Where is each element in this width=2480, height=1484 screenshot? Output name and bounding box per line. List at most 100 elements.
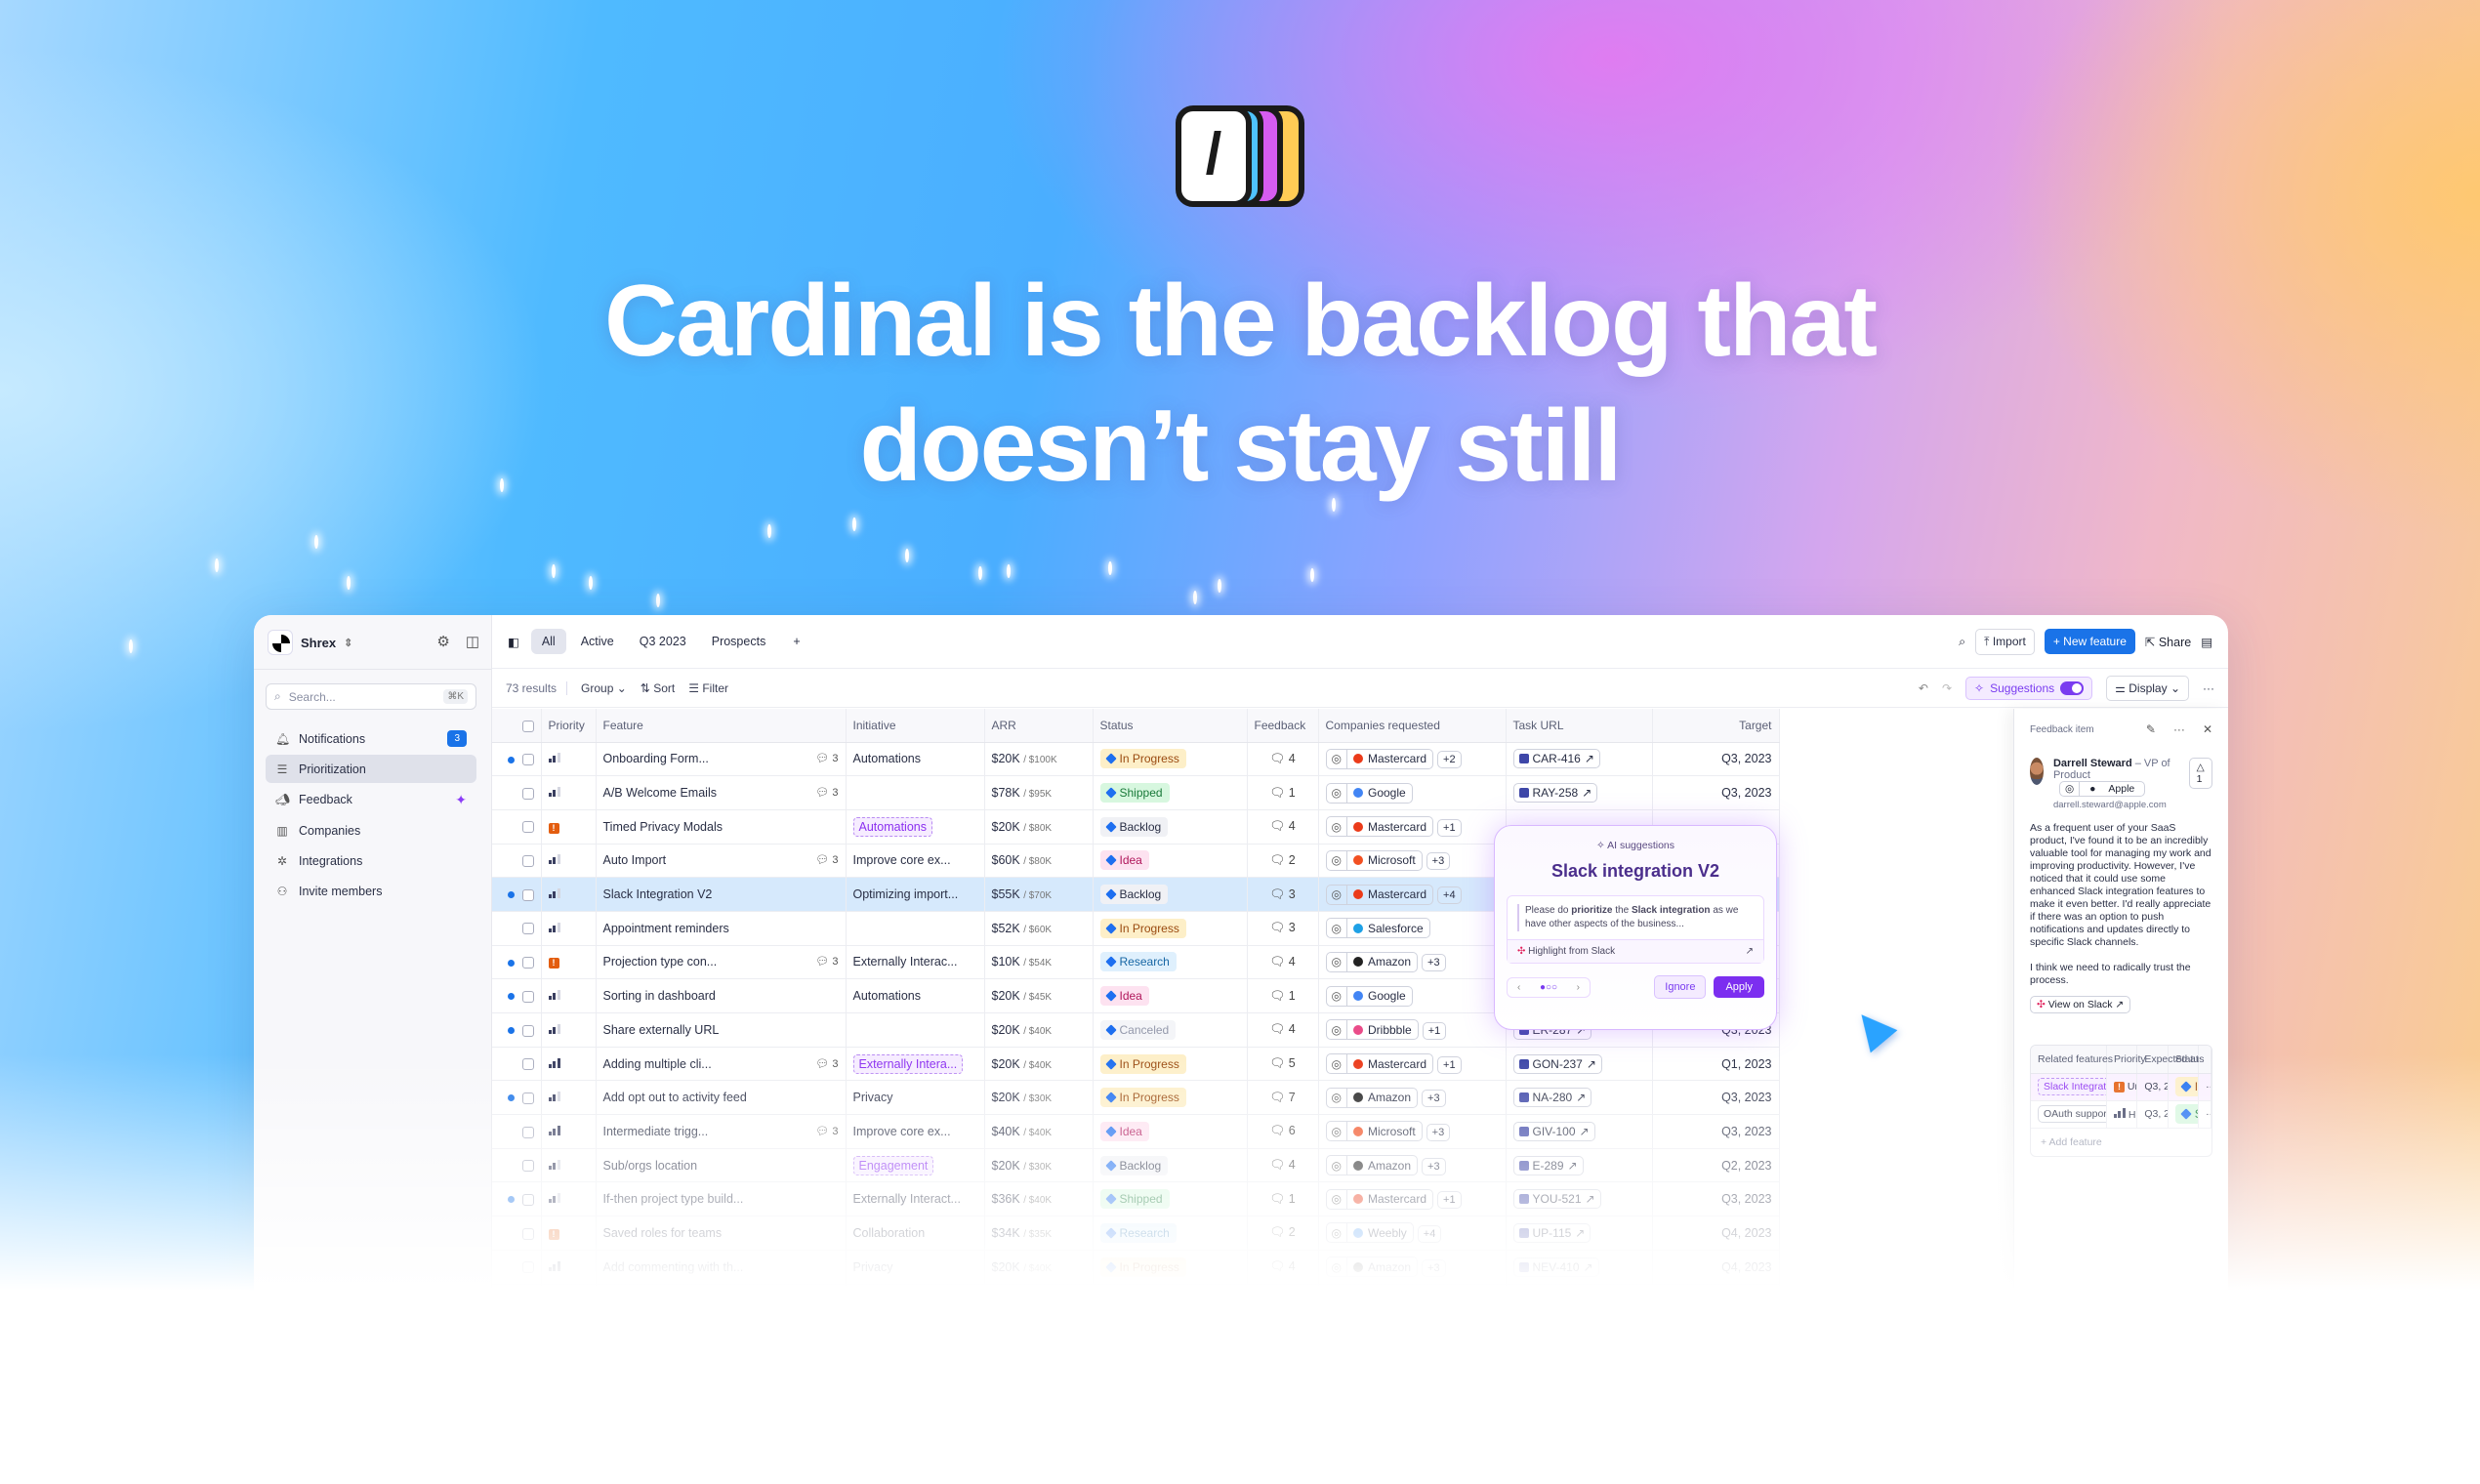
companies-cell[interactable]: ◎ Google — [1318, 978, 1507, 1013]
quote-source[interactable]: ✣ Highlight from Slack ↗ — [1508, 939, 1763, 963]
column-header[interactable]: Initiative — [846, 709, 985, 743]
status-badge[interactable]: Backlog — [1099, 885, 1169, 905]
company-chip[interactable]: ◎ Amazon — [1325, 951, 1419, 972]
priority-cell[interactable] — [541, 742, 597, 777]
more-companies-badge[interactable]: +3 — [1422, 954, 1446, 972]
status-badge[interactable]: In Progress — [1099, 1088, 1186, 1108]
priority-cell[interactable] — [541, 1012, 597, 1048]
task-url-cell[interactable]: CAR-416 ↗ — [1506, 742, 1653, 777]
column-header[interactable]: Status — [1093, 709, 1248, 743]
status-cell[interactable]: Research — [1093, 1216, 1248, 1251]
company-chip[interactable]: ◎ Weebly — [1325, 1222, 1414, 1244]
more-companies-badge[interactable]: +3 — [1422, 1090, 1446, 1108]
related-feature-cell[interactable]: Slack Integration V2 — [2031, 1073, 2107, 1101]
chevron-right-icon[interactable]: › — [1577, 982, 1580, 993]
status-cell[interactable]: Shipped — [1093, 1181, 1248, 1217]
row-checkbox[interactable] — [521, 855, 534, 868]
status-badge[interactable]: In Progress — [1099, 749, 1186, 769]
share-button[interactable]: ⇱ Share — [2145, 635, 2191, 649]
feature-cell[interactable]: Banner notification... 💬︎ 3 — [596, 1351, 847, 1386]
row-checkbox[interactable] — [521, 787, 534, 800]
company-chip[interactable]: ◎ Microsoft — [1325, 1121, 1423, 1142]
table-row[interactable]: ! Banner notification... 💬︎ 3 Engagement $6K… — [492, 1351, 1780, 1386]
initiative-cell[interactable]: Externally Intera... — [846, 1047, 985, 1082]
edit-icon[interactable]: ✎ — [2146, 722, 2156, 736]
status-badge[interactable]: Research — [1099, 952, 1177, 972]
companies-cell[interactable]: ◎ Microsoft +3 — [1318, 1284, 1507, 1319]
companies-cell[interactable]: ◎ Amazon +3 — [1318, 1080, 1507, 1116]
tab-q3-2023[interactable]: Q3 2023 — [629, 629, 697, 654]
group-button[interactable]: Group ⌄ — [581, 681, 627, 695]
sidebar-toggle-icon[interactable]: ◫ — [466, 633, 479, 650]
sidebar-item-feedback[interactable]: 📣︎ Feedback ✦ — [266, 786, 476, 814]
status-badge[interactable]: Backlog — [1099, 1155, 1169, 1175]
row-checkbox[interactable] — [521, 1296, 534, 1308]
task-url-cell[interactable]: GON-237 ↗ — [1506, 1047, 1653, 1082]
status-cell[interactable]: In Progress — [1093, 1047, 1248, 1082]
feature-cell[interactable]: Share externally URL — [596, 1012, 847, 1048]
filter-button[interactable]: ☰ Filter — [688, 681, 728, 695]
status-badge[interactable]: Research — [1099, 1222, 1177, 1243]
initiative-cell[interactable]: Externally Interact... — [846, 1181, 985, 1217]
more-companies-badge[interactable]: +1 — [1437, 1055, 1462, 1074]
status-cell[interactable]: Shipped — [1093, 1351, 1248, 1386]
initiative-cell[interactable] — [846, 775, 985, 810]
feature-cell[interactable]: Undo functionality 💬︎ 3 — [596, 1284, 847, 1319]
company-chip[interactable]: ◎ Dribbble — [1325, 1019, 1419, 1041]
priority-cell[interactable] — [541, 1181, 597, 1217]
more-icon[interactable]: ··· — [2203, 681, 2214, 695]
sidebar-item-invite-members[interactable]: ⚇ Invite members — [266, 878, 476, 906]
more-companies-badge[interactable]: +1 — [1437, 818, 1462, 837]
comments-icon[interactable]: ▤ — [2201, 635, 2212, 649]
companies-cell[interactable]: ◎ Amazon +3 — [1318, 945, 1507, 980]
status-cell[interactable]: In Progress — [1093, 742, 1248, 777]
column-header[interactable]: Priority — [541, 709, 597, 743]
task-link[interactable]: CAR-416 ↗ — [1512, 749, 1600, 769]
initiative-cell[interactable]: Collaboration — [846, 1216, 985, 1251]
status-cell[interactable]: Backlog — [1093, 1148, 1248, 1183]
initiative-cell[interactable]: Optimizing import... — [846, 877, 985, 912]
more-companies-badge[interactable]: +3 — [1426, 852, 1451, 871]
more-companies-badge[interactable]: +1 — [1437, 1191, 1462, 1210]
task-link[interactable]: UP-115 ↗ — [1512, 1222, 1591, 1243]
column-header[interactable]: Companies requested — [1318, 709, 1507, 743]
priority-cell[interactable] — [541, 1080, 597, 1116]
task-url-cell[interactable]: NA-280 ↗ — [1506, 1080, 1653, 1116]
row-checkbox[interactable] — [521, 1092, 534, 1104]
tab-active[interactable]: Active — [570, 629, 625, 654]
status-badge[interactable]: Shippe — [2174, 1104, 2198, 1124]
more-companies-badge[interactable]: +3 — [1426, 1293, 1451, 1311]
companies-cell[interactable]: ◎ Mastercard +2 — [1318, 742, 1507, 777]
initiative-cell[interactable] — [846, 1012, 985, 1048]
status-badge[interactable]: Backlog — [1099, 1291, 1169, 1311]
task-link[interactable]: E-289 ↗ — [1512, 1155, 1584, 1175]
status-badge[interactable]: Idea — [1099, 1325, 1149, 1345]
feature-cell[interactable]: If-then project type build... — [596, 1181, 847, 1217]
task-url-cell[interactable]: UP-115 ↗ — [1506, 1216, 1653, 1251]
status-cell[interactable]: Canceled — [1093, 1012, 1248, 1048]
task-url-cell[interactable]: YOU-521 ↗ — [1506, 1181, 1653, 1217]
task-link[interactable]: GON-237 ↗ — [1512, 1053, 1602, 1074]
row-checkbox[interactable] — [521, 1193, 534, 1206]
row-checkbox[interactable] — [521, 1058, 534, 1071]
task-url-cell[interactable]: RAY-258 ↗ — [1506, 775, 1653, 810]
status-badge[interactable]: Backlog — [1099, 816, 1169, 837]
status-cell[interactable]: Idea — [1093, 844, 1248, 879]
column-header[interactable]: ARR — [984, 709, 1094, 743]
feature-cell[interactable]: Appointment reminders — [596, 911, 847, 946]
related-feature-cell[interactable]: OAuth support — [2031, 1100, 2107, 1129]
feature-cell[interactable]: Projection type con... 💬︎ 3 — [596, 945, 847, 980]
upvote-button[interactable]: △ 1 — [2188, 758, 2213, 789]
row-checkbox[interactable] — [521, 923, 534, 935]
feature-cell[interactable]: Onboarding Form... 💬︎ 3 — [596, 742, 847, 777]
feature-cell[interactable]: Adding multiple cli... 💬︎ 3 — [596, 1047, 847, 1082]
priority-cell[interactable]: ! — [541, 809, 597, 845]
table-row[interactable]: Undo functionality 💬︎ 3 Engagement $30K / $… — [492, 1284, 1780, 1319]
status-cell[interactable]: Backlog — [1093, 1284, 1248, 1319]
company-chip[interactable]: ◎ Weebly — [1325, 1358, 1414, 1380]
status-badge[interactable]: Idea — [1099, 986, 1149, 1007]
task-link[interactable]: GON-134 ↗ — [1512, 1325, 1602, 1345]
row-checkbox[interactable] — [521, 754, 534, 766]
more-companies-badge[interactable]: +3 — [1422, 1157, 1446, 1175]
company-chip[interactable]: ◎ Mastercard — [1325, 1188, 1434, 1210]
